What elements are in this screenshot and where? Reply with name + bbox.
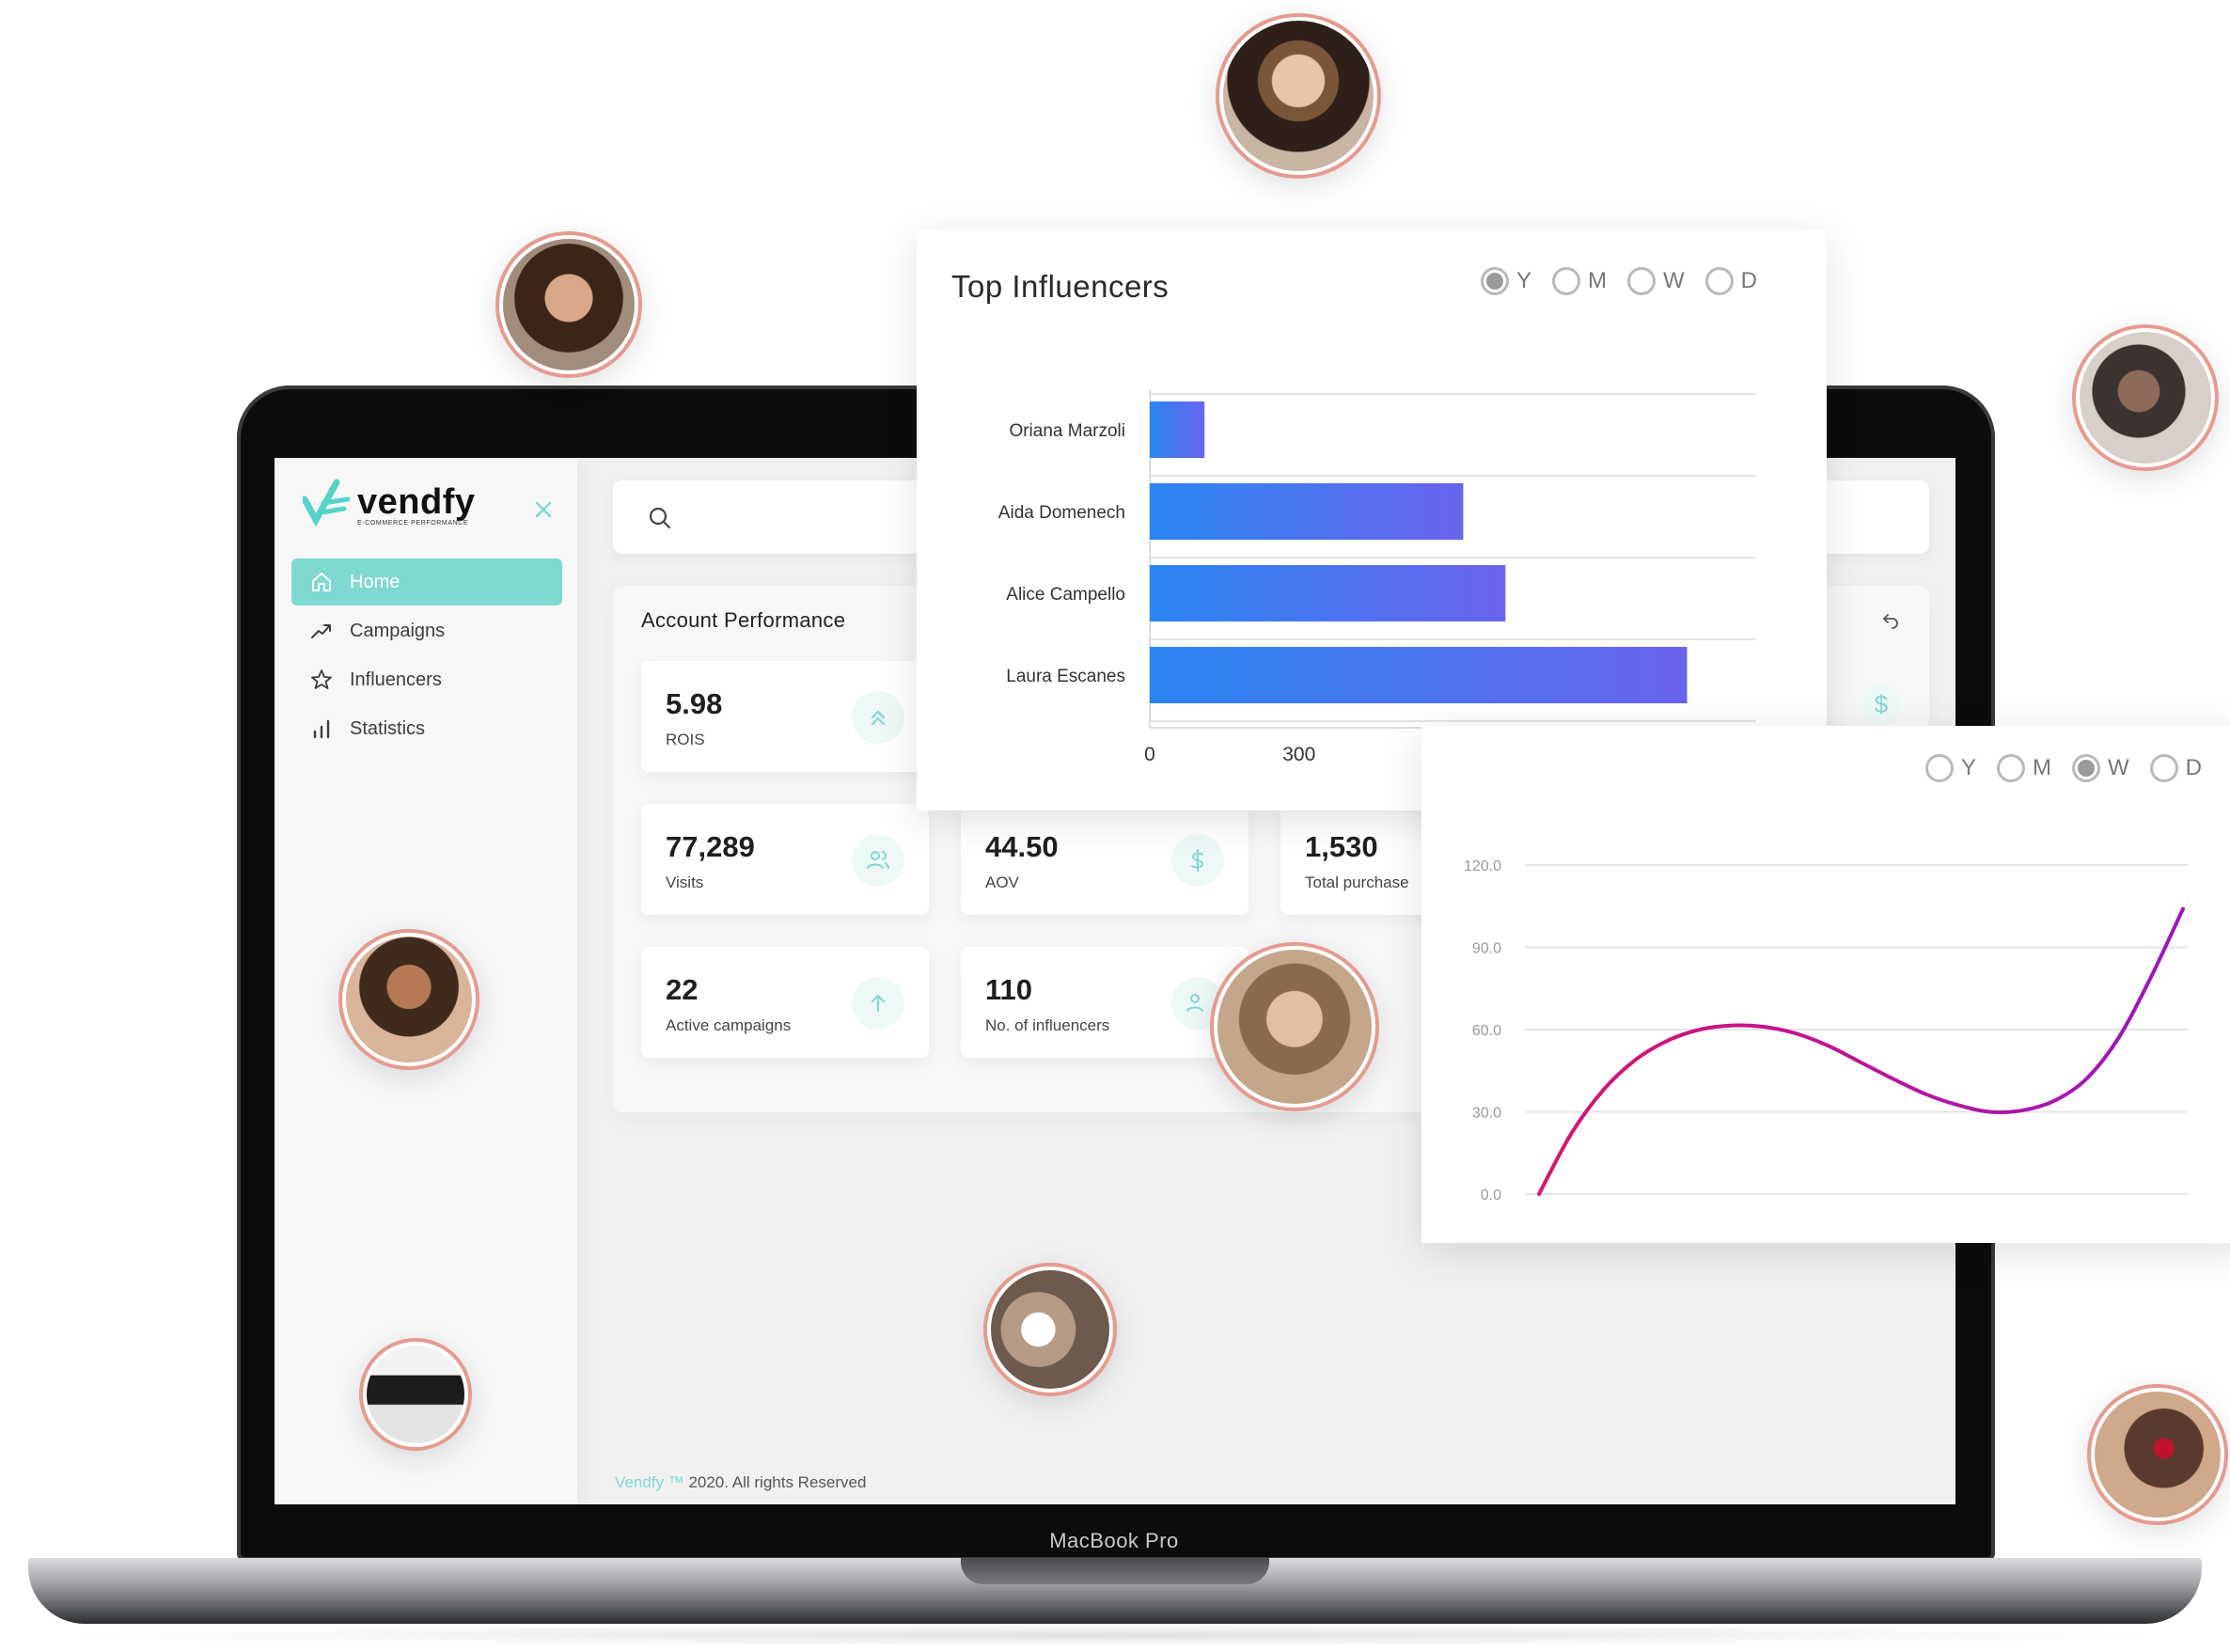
trend-period-option-y[interactable]: Y xyxy=(1925,754,1976,782)
star-icon xyxy=(311,669,332,689)
undo-arrow-icon[interactable] xyxy=(1882,612,1899,629)
influencer-avatar[interactable] xyxy=(338,929,479,1070)
avatar-photo xyxy=(2080,332,2211,464)
sidebar-item-label: Statistics xyxy=(350,717,426,739)
y-tick-label: Alice Campello xyxy=(1006,585,1125,605)
trend-period-selector: Y M W D xyxy=(1925,754,2222,782)
metric-card-influencers: 110 No. of influencers xyxy=(961,947,1248,1058)
metric-value: 5.98 xyxy=(666,687,723,720)
search-icon[interactable] xyxy=(647,505,673,531)
double-chevron-up-icon xyxy=(852,691,904,744)
trend-chart-card: Y M W D 0.0 30.0 60.0 90.0 120.0 xyxy=(1421,726,2230,1243)
footer: Vendfy ™ 2020. All rights Reserved xyxy=(615,1473,866,1492)
users-icon xyxy=(852,834,904,887)
series-line xyxy=(1537,906,2185,1196)
bar xyxy=(1150,647,1688,703)
sidebar-item-campaigns[interactable]: Campaigns xyxy=(291,607,562,654)
logo-tagline: E-COMMERCE PERFORMANCE xyxy=(357,520,469,527)
metric-value: 110 xyxy=(985,973,1033,1006)
logo[interactable]: vendfy xyxy=(303,479,475,526)
logo-text: vendfy xyxy=(357,481,476,522)
trend-period-option-d[interactable]: D xyxy=(2149,754,2203,782)
sidebar-item-influencers[interactable]: Influencers xyxy=(291,656,562,703)
y-tick-label: Aida Domenech xyxy=(998,503,1125,523)
avatar-photo xyxy=(367,1345,464,1443)
period-label: W xyxy=(2108,755,2129,780)
sidebar-item-home[interactable]: Home xyxy=(291,559,562,606)
metric-value: 22 xyxy=(666,973,699,1006)
radio-dot[interactable] xyxy=(1925,754,1954,782)
laptop-label: MacBook Pro xyxy=(1049,1529,1179,1552)
y-tick-label: 90.0 xyxy=(1472,941,1501,957)
y-tick-label: Laura Escanes xyxy=(1006,667,1125,686)
sidebar-item-label: Influencers xyxy=(350,669,442,690)
y-tick-label: 120.0 xyxy=(1464,858,1501,874)
top-influencers-card: Top Influencers Y M W D Oriana Marzoli Ai… xyxy=(917,229,1827,810)
influencer-avatar[interactable] xyxy=(2087,1384,2228,1525)
metric-card-visits: 77,289 Visits xyxy=(641,804,929,915)
influencer-avatar[interactable] xyxy=(1216,13,1381,179)
trend-icon xyxy=(311,624,331,638)
laptop-shadow xyxy=(56,1624,2172,1646)
dollar-icon xyxy=(1171,834,1224,887)
y-tick-label: 30.0 xyxy=(1472,1106,1501,1122)
trend-period-option-m[interactable]: M xyxy=(1997,754,2051,782)
avatar-photo xyxy=(2095,1392,2221,1518)
bar xyxy=(1150,565,1506,621)
period-label: D xyxy=(2185,755,2203,780)
laptop-notch xyxy=(961,1558,1269,1584)
top-influencers-bar-chart: Oriana Marzoli Aida Domenech Alice Campell… xyxy=(998,389,1768,765)
metric-card-active-campaigns: 22 Active campaigns xyxy=(641,947,929,1058)
avatar-photo xyxy=(991,1270,1109,1389)
bar xyxy=(1150,401,1205,458)
influencer-avatar[interactable] xyxy=(983,1263,1117,1396)
radio-dot[interactable] xyxy=(2072,754,2101,782)
influencer-avatar[interactable] xyxy=(2072,324,2219,471)
arrow-up-icon xyxy=(852,977,904,1030)
period-label: Y xyxy=(1961,755,1977,780)
bar-chart-icon xyxy=(313,719,330,739)
metric-label: Active campaigns xyxy=(666,1016,792,1034)
metric-value: 44.50 xyxy=(985,830,1059,863)
home-icon xyxy=(312,573,331,591)
period-label: M xyxy=(2033,755,2052,780)
metric-card-aov: 44.50 AOV xyxy=(961,804,1248,915)
metric-label: No. of influencers xyxy=(985,1016,1110,1034)
avatar-photo xyxy=(1217,950,1372,1104)
metric-label: AOV xyxy=(985,873,1019,891)
radio-dot[interactable] xyxy=(1997,754,2026,782)
bar xyxy=(1150,483,1464,540)
avatar-photo xyxy=(346,936,472,1062)
radio-dot[interactable] xyxy=(2149,754,2178,782)
footer-brand[interactable]: Vendfy ™ xyxy=(615,1473,684,1491)
metric-value: 1,530 xyxy=(1305,830,1378,863)
trend-period-option-w[interactable]: W xyxy=(2072,754,2129,782)
trend-line-chart: 0.0 30.0 60.0 90.0 120.0 xyxy=(1464,858,2188,1204)
metric-label: Total purchase xyxy=(1305,873,1409,891)
influencer-avatar[interactable] xyxy=(1210,942,1379,1111)
metric-card-rois: 5.98 ROIS xyxy=(641,661,929,772)
avatar-photo xyxy=(1223,21,1374,171)
vendfy-logo-icon xyxy=(303,479,351,526)
sidebar-item-label: Campaigns xyxy=(350,620,446,641)
x-tick-label: 0 xyxy=(1144,744,1155,765)
metric-label: Visits xyxy=(666,873,704,891)
dollar-icon: $ xyxy=(1861,684,1902,725)
y-tick-label: 60.0 xyxy=(1472,1023,1501,1039)
account-performance-title: Account Performance xyxy=(641,608,846,632)
close-icon[interactable] xyxy=(533,499,554,520)
influencer-avatar[interactable] xyxy=(359,1338,472,1451)
metric-label: ROIS xyxy=(666,731,705,748)
footer-text: 2020. All rights Reserved xyxy=(683,1473,867,1491)
sidebar-item-statistics[interactable]: Statistics xyxy=(291,705,562,752)
sidebar-item-label: Home xyxy=(350,571,400,592)
y-tick-label: 0.0 xyxy=(1481,1188,1501,1204)
sidebar-nav: Home Campaigns Influencers Statistics xyxy=(291,559,562,754)
x-tick-label: 300 xyxy=(1282,744,1315,765)
influencer-avatar[interactable] xyxy=(495,231,642,378)
y-tick-label: Oriana Marzoli xyxy=(1009,421,1125,441)
avatar-photo xyxy=(503,239,635,370)
metric-value: 77,289 xyxy=(666,830,755,863)
